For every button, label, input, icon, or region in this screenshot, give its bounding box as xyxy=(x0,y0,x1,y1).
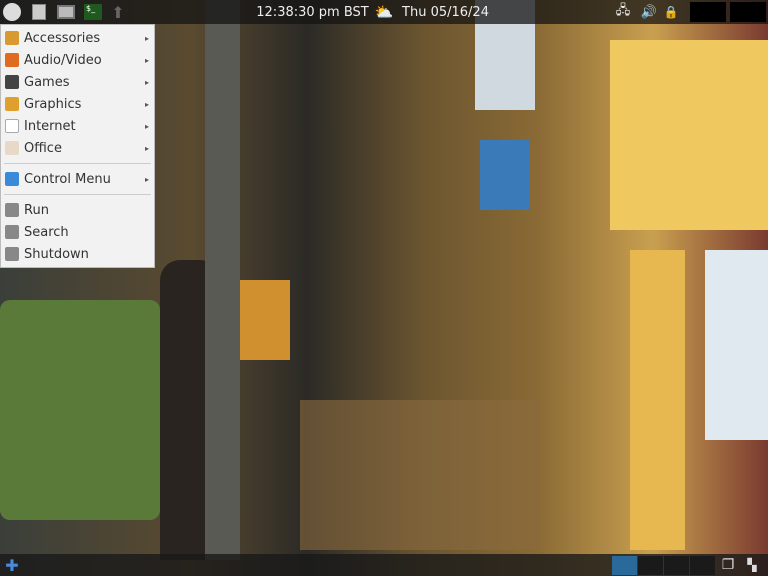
cloud-icon xyxy=(5,119,19,133)
weather-icon[interactable]: ⛅ xyxy=(370,2,398,22)
volume-icon[interactable]: 🔊 xyxy=(638,2,660,22)
window-list-icon[interactable]: ❐ xyxy=(718,555,738,575)
menu-item-search[interactable]: Search xyxy=(1,221,154,243)
menu-item-run[interactable]: Run xyxy=(1,199,154,221)
tray-slot[interactable] xyxy=(690,2,726,22)
bottom-panel: ✚ ❐ ▚ xyxy=(0,554,768,576)
office-icon xyxy=(5,141,19,155)
menu-item-graphics[interactable]: Graphics ▸ xyxy=(1,93,154,115)
tray-slot[interactable] xyxy=(730,2,766,22)
lxle-logo-icon xyxy=(3,3,21,21)
start-menu-button[interactable] xyxy=(1,2,23,22)
gears-icon xyxy=(5,203,19,217)
workspace-2[interactable] xyxy=(638,556,663,575)
clock[interactable]: 12:38:30 pm BST xyxy=(250,2,375,22)
workspace-3[interactable] xyxy=(664,556,689,575)
workspace-1[interactable] xyxy=(612,556,637,575)
menu-item-label: Control Menu xyxy=(24,171,111,187)
terminal-launcher[interactable]: $_ xyxy=(82,2,104,22)
menu-item-internet[interactable]: Internet ▸ xyxy=(1,115,154,137)
show-desktop-launcher[interactable] xyxy=(55,2,77,22)
submenu-arrow-icon: ▸ xyxy=(144,55,149,65)
monitor-icon xyxy=(57,5,75,19)
menu-item-shutdown[interactable]: Shutdown xyxy=(1,243,154,265)
menu-item-label: Audio/Video xyxy=(24,52,102,68)
power-icon xyxy=(5,247,19,261)
add-icon[interactable]: ✚ xyxy=(4,555,20,575)
menu-item-label: Office xyxy=(24,140,62,156)
submenu-arrow-icon: ▸ xyxy=(144,77,149,87)
date[interactable]: Thu 05/16/24 xyxy=(398,2,493,22)
games-icon xyxy=(5,75,19,89)
up-arrow-icon: ⬆ xyxy=(111,2,125,22)
file-manager-launcher[interactable] xyxy=(29,2,49,22)
menu-separator xyxy=(4,194,151,195)
up-arrow-launcher[interactable]: ⬆ xyxy=(108,2,128,22)
menu-item-label: Shutdown xyxy=(24,246,89,262)
submenu-arrow-icon: ▸ xyxy=(144,99,149,109)
menu-item-office[interactable]: Office ▸ xyxy=(1,137,154,159)
toggle-icon xyxy=(5,172,19,186)
menu-item-label: Games xyxy=(24,74,70,90)
menu-item-label: Run xyxy=(24,202,49,218)
menu-item-label: Internet xyxy=(24,118,76,134)
accessories-icon xyxy=(5,31,19,45)
audio-video-icon xyxy=(5,53,19,67)
menu-item-label: Search xyxy=(24,224,69,240)
menu-item-label: Graphics xyxy=(24,96,82,112)
submenu-arrow-icon: ▸ xyxy=(144,143,149,153)
submenu-arrow-icon: ▸ xyxy=(144,174,149,184)
submenu-arrow-icon: ▸ xyxy=(144,33,149,43)
desktop-switcher-icon[interactable]: ▚ xyxy=(742,555,762,575)
submenu-arrow-icon: ▸ xyxy=(144,121,149,131)
file-cabinet-icon xyxy=(32,4,46,20)
terminal-icon: $_ xyxy=(84,4,102,20)
menu-separator xyxy=(4,163,151,164)
network-icon[interactable]: 🖧 xyxy=(614,2,632,22)
application-menu: Accessories ▸ Audio/Video ▸ Games ▸ Graphics ▸ I… xyxy=(0,24,155,268)
menu-item-label: Accessories xyxy=(24,30,101,46)
menu-item-control-menu[interactable]: Control Menu ▸ xyxy=(1,168,154,190)
menu-item-games[interactable]: Games ▸ xyxy=(1,71,154,93)
search-icon xyxy=(5,225,19,239)
menu-item-accessories[interactable]: Accessories ▸ xyxy=(1,27,154,49)
menu-item-audio-video[interactable]: Audio/Video ▸ xyxy=(1,49,154,71)
graphics-icon xyxy=(5,97,19,111)
workspace-4[interactable] xyxy=(690,556,715,575)
lock-icon[interactable]: 🔒 xyxy=(663,2,679,22)
top-panel: $_ ⬆ 12:38:30 pm BST ⛅ Thu 05/16/24 🖧 🔊 … xyxy=(0,0,768,24)
